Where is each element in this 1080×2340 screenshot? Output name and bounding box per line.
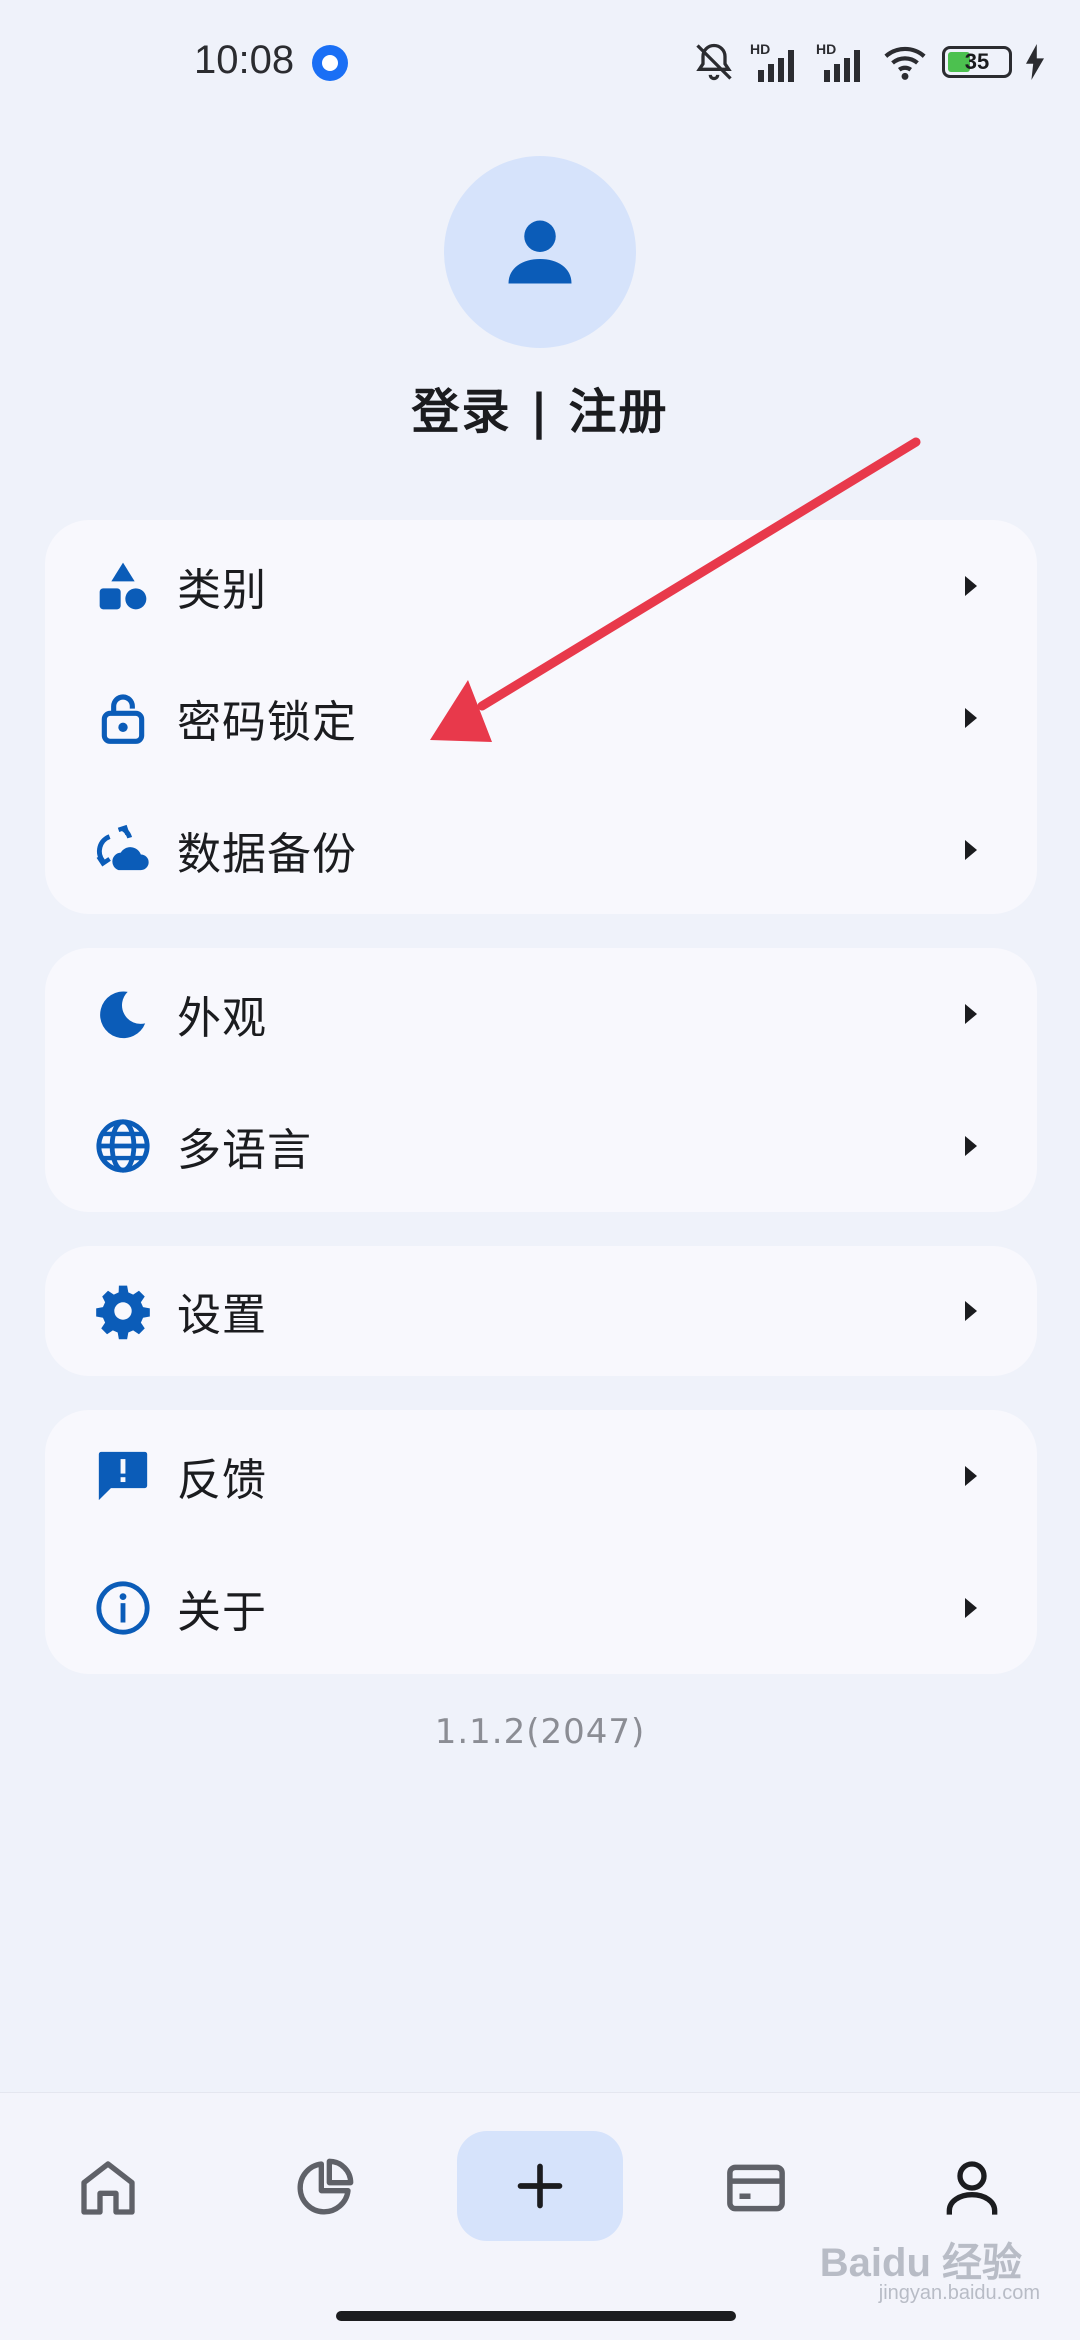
hd-signal-icon: HD xyxy=(750,41,794,82)
add-icon xyxy=(517,2163,563,2209)
nav-accounts[interactable] xyxy=(696,2133,816,2243)
charging-icon xyxy=(1026,44,1044,80)
chevron-right-icon xyxy=(965,576,977,596)
menu-card-general: 类别 密码锁定 数据备份 xyxy=(45,520,1037,914)
login-register-link[interactable]: 登录 | 注册 xyxy=(0,372,1080,442)
home-indicator[interactable] xyxy=(336,2311,736,2321)
svg-text:HD: HD xyxy=(816,41,836,57)
lock-open-icon xyxy=(93,688,153,748)
app-version: 1.1.2(2047) xyxy=(434,1712,646,1752)
nav-statistics[interactable] xyxy=(264,2133,384,2243)
watermark-logo: Baidu 经验 xyxy=(819,2241,1022,2285)
chevron-right-icon xyxy=(965,708,977,728)
battery-level: 35 xyxy=(964,49,990,74)
menu-item-feedback[interactable]: 反馈 xyxy=(45,1410,1037,1542)
shapes-icon xyxy=(93,556,153,616)
menu-item-appearance[interactable]: 外观 xyxy=(45,948,1037,1080)
card-icon xyxy=(727,2164,785,2212)
avatar[interactable] xyxy=(444,156,636,348)
svg-text:HD: HD xyxy=(750,41,770,57)
nav-profile[interactable] xyxy=(912,2133,1032,2243)
menu-item-categories[interactable]: 类别 xyxy=(45,520,1037,652)
cloud-sync-icon xyxy=(93,820,153,880)
app-notification-icon xyxy=(312,45,348,81)
menu-item-language[interactable]: 多语言 xyxy=(45,1080,1037,1212)
menu-item-label: 数据备份 xyxy=(177,829,357,880)
menu-card-display: 外观 多语言 xyxy=(45,948,1037,1212)
menu-item-label: 反馈 xyxy=(177,1455,267,1506)
status-bar: 10:08 HD HD 35 xyxy=(0,0,1080,120)
person-icon xyxy=(508,220,572,284)
menu-item-label: 关于 xyxy=(177,1587,267,1638)
chevron-right-icon xyxy=(965,1136,977,1156)
menu-item-label: 密码锁定 xyxy=(177,697,357,748)
nav-add-button[interactable] xyxy=(457,2131,623,2241)
feedback-icon xyxy=(93,1446,153,1506)
menu-item-about[interactable]: 关于 xyxy=(45,1542,1037,1674)
profile-icon xyxy=(946,2161,998,2215)
battery-icon: 35 xyxy=(942,46,1012,78)
menu-item-password-lock[interactable]: 密码锁定 xyxy=(45,652,1037,784)
menu-card-support: 反馈 关于 xyxy=(45,1410,1037,1674)
screen: 10:08 HD HD 35 登录 | 注册 类别 密码锁定 数据备份 外观 多… xyxy=(0,0,1080,2340)
moon-icon xyxy=(93,984,153,1044)
globe-icon xyxy=(93,1116,153,1176)
gear-icon xyxy=(93,1281,153,1341)
home-icon xyxy=(81,2161,135,2215)
chevron-right-icon xyxy=(965,1301,977,1321)
menu-item-label: 类别 xyxy=(177,565,267,616)
mute-icon xyxy=(696,43,732,81)
menu-item-label: 多语言 xyxy=(177,1125,312,1176)
menu-item-label: 外观 xyxy=(177,993,267,1044)
chevron-right-icon xyxy=(965,1466,977,1486)
chevron-right-icon xyxy=(965,1004,977,1024)
chevron-right-icon xyxy=(965,1598,977,1618)
info-icon xyxy=(93,1578,153,1638)
watermark-url: jingyan.baidu.com xyxy=(878,2282,1040,2304)
status-icons: HD HD 35 xyxy=(692,40,1044,84)
nav-home[interactable] xyxy=(48,2133,168,2243)
status-time: 10:08 xyxy=(194,38,295,82)
menu-item-label: 设置 xyxy=(177,1290,267,1341)
chart-icon xyxy=(297,2158,354,2215)
menu-item-data-backup[interactable]: 数据备份 xyxy=(45,784,1037,916)
menu-item-settings[interactable]: 设置 xyxy=(45,1246,1037,1376)
hd-signal-icon: HD xyxy=(816,41,860,82)
wifi-icon xyxy=(884,46,926,80)
menu-card-settings: 设置 xyxy=(45,1246,1037,1376)
chevron-right-icon xyxy=(965,840,977,860)
